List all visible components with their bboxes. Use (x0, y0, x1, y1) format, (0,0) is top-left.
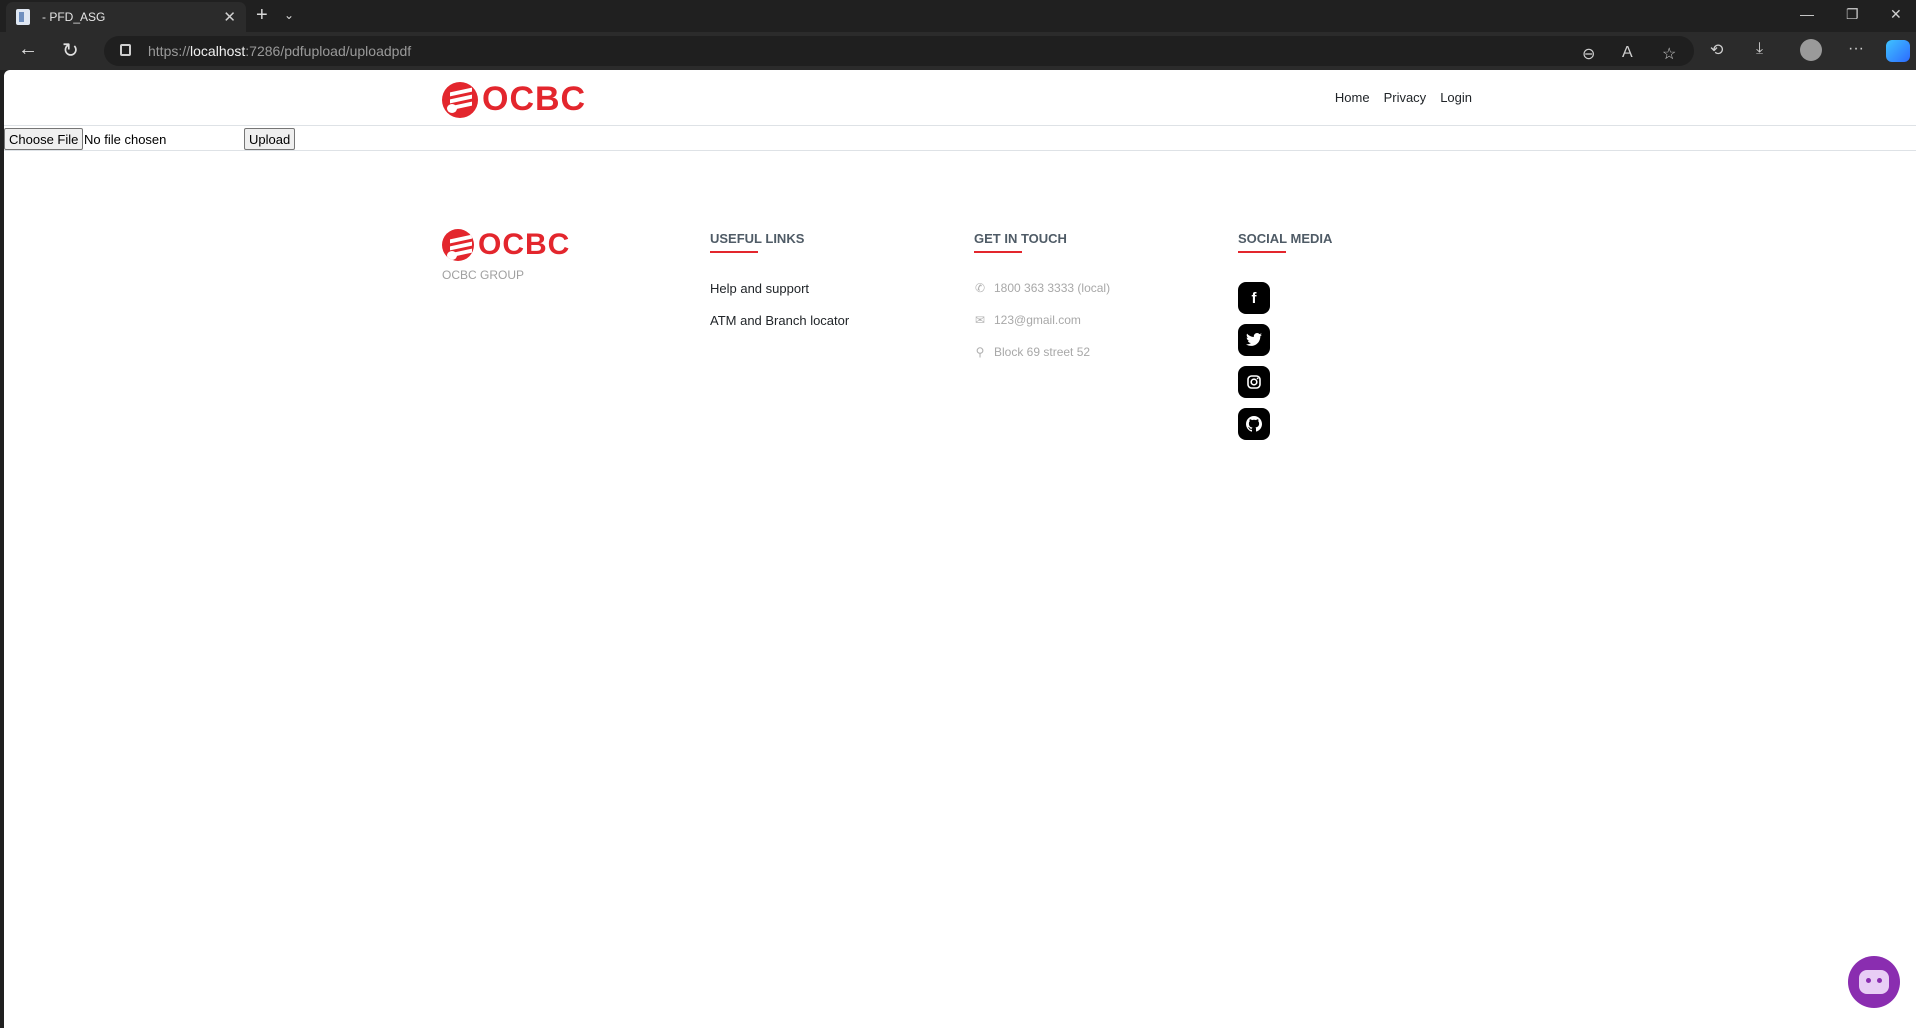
file-status: No file chosen (84, 132, 167, 147)
upload-form: Choose File No file chosen Upload (4, 127, 1916, 151)
site-header: OCBC Home Privacy Login (4, 70, 1916, 126)
copilot-icon[interactable] (1886, 40, 1910, 62)
history-icon[interactable]: ⟲ (1710, 40, 1723, 60)
atm-branch-link[interactable]: ATM and Branch locator (710, 313, 849, 328)
chevron-down-icon[interactable]: ⌄ (284, 8, 294, 22)
new-tab-icon[interactable]: + (256, 4, 268, 27)
twitter-icon[interactable] (1238, 324, 1270, 356)
nav-login[interactable]: Login (1440, 90, 1472, 105)
refresh-icon[interactable]: ↻ (62, 38, 79, 63)
address-text: Block 69 street 52 (994, 345, 1091, 359)
profile-avatar[interactable] (1800, 39, 1822, 61)
upload-button[interactable]: Upload (244, 128, 296, 150)
close-window-icon[interactable]: ✕ (1890, 6, 1902, 23)
robot-icon (1859, 970, 1889, 994)
choose-file-button[interactable]: Choose File (4, 128, 84, 150)
logo-text: OCBC (482, 80, 587, 118)
download-icon[interactable]: ⤓ (1756, 40, 1763, 58)
footer-logo-text: OCBC (478, 228, 571, 261)
instagram-icon[interactable] (1238, 366, 1270, 398)
map-marker-icon: ⚲ (975, 345, 985, 359)
close-tab-icon[interactable]: ✕ (223, 8, 236, 26)
facebook-icon[interactable]: f (1238, 282, 1270, 314)
read-aloud-icon[interactable]: A (1622, 44, 1633, 62)
social-media-underline (1238, 251, 1286, 253)
ocbc-logo-icon (442, 229, 474, 261)
contact-phone: ✆ 1800 363 3333 (local) (974, 281, 1110, 295)
contact-email: ✉ 123@gmail.com (974, 313, 1081, 327)
nav-privacy[interactable]: Privacy (1384, 90, 1427, 105)
email-text: 123@gmail.com (994, 313, 1081, 327)
back-icon[interactable]: ← (18, 38, 38, 61)
favorite-star-icon[interactable]: ☆ (1662, 44, 1676, 64)
useful-links-title: USEFUL LINKS (710, 231, 805, 246)
zoom-out-icon[interactable]: ⊖ (1582, 44, 1595, 64)
chatbot-button[interactable] (1848, 956, 1900, 1008)
page-viewport: OCBC Home Privacy Login Choose File No f… (4, 70, 1916, 1028)
browser-tabbar: - PFD_ASG ✕ + ⌄ — ❐ ✕ (0, 0, 1916, 32)
browser-toolbar: ← ↻ https://localhost:7286/pdfupload/upl… (0, 32, 1916, 70)
social-media-title: SOCIAL MEDIA (1238, 231, 1333, 246)
page-icon (16, 9, 30, 25)
envelope-icon: ✉ (974, 313, 986, 327)
footer-logo: OCBC (442, 228, 570, 262)
nav-home[interactable]: Home (1335, 90, 1370, 105)
help-support-link[interactable]: Help and support (710, 281, 809, 296)
browser-tab[interactable]: - PFD_ASG ✕ (6, 2, 246, 32)
get-in-touch-underline (974, 251, 1022, 253)
lock-icon (120, 44, 131, 56)
more-menu-icon[interactable]: ··· (1848, 40, 1864, 58)
group-label: OCBC GROUP (442, 268, 525, 282)
get-in-touch-title: GET IN TOUCH (974, 231, 1067, 246)
header-logo[interactable]: OCBC (442, 80, 586, 119)
url-text[interactable]: https://localhost:7286/pdfupload/uploadp… (148, 43, 411, 59)
address-bar[interactable]: https://localhost:7286/pdfupload/uploadp… (104, 36, 1694, 66)
phone-icon: ✆ (974, 281, 986, 295)
contact-address: ⚲ Block 69 street 52 (974, 345, 1090, 359)
main-nav: Home Privacy Login (1335, 90, 1472, 105)
useful-links-underline (710, 251, 758, 253)
ocbc-logo-icon (442, 81, 478, 118)
restore-icon[interactable]: ❐ (1846, 6, 1859, 23)
minimize-icon[interactable]: — (1800, 6, 1814, 22)
tab-title: - PFD_ASG (42, 10, 106, 24)
phone-text: 1800 363 3333 (local) (994, 281, 1111, 295)
github-icon[interactable] (1238, 408, 1270, 440)
